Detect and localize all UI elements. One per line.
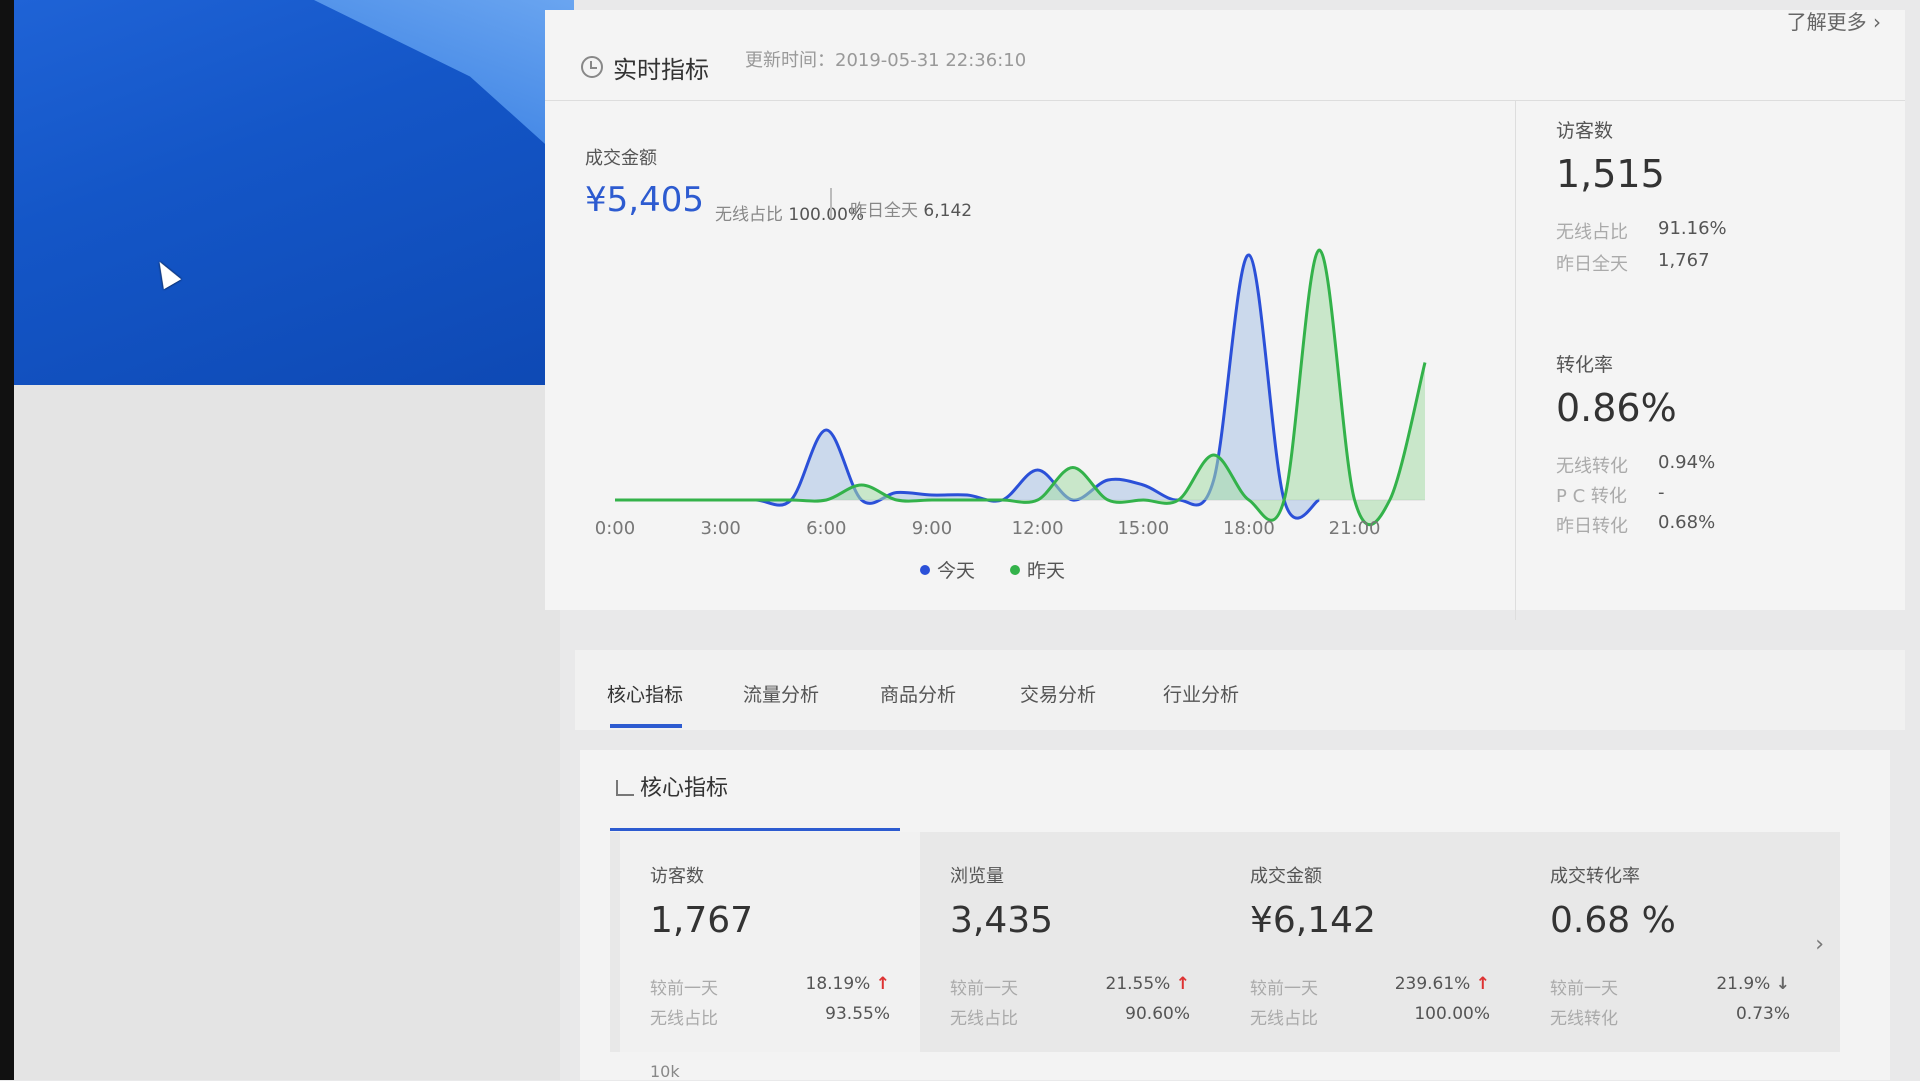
legend-label-0[interactable]: 今天 xyxy=(937,560,975,582)
conversion-yesterday-label: 昨日转化 xyxy=(1556,516,1628,537)
axis-tick-label: 10k xyxy=(650,1062,680,1081)
core-metrics-card: 核心指标 ‹ 访客数 1,767 较前一天 18.19% ↑ 无线占比 93.5… xyxy=(580,750,1890,1081)
kpi-value: 3,435 xyxy=(950,900,1054,941)
kpi-compare-value: 239.61% xyxy=(1394,974,1471,994)
conversion-value: 0.86% xyxy=(1556,386,1677,430)
revenue-amount: ¥5,405 xyxy=(585,180,704,220)
kpi-label: 浏览量 xyxy=(950,866,1004,887)
x-tick-label: 6:00 xyxy=(806,518,846,539)
kpi-card-visitors[interactable]: 访客数 1,767 较前一天 18.19% ↑ 无线占比 93.55% xyxy=(620,832,920,1052)
kpi-value: 1,767 xyxy=(650,900,754,941)
conversion-pc-value: - xyxy=(1658,482,1665,503)
kpi-label: 访客数 xyxy=(650,866,704,887)
kpi-sub-value: 0.73% xyxy=(1735,1004,1790,1024)
visitors-yesterday-label: 昨日全天 xyxy=(1556,254,1628,275)
kpi-compare: 21.9% ↓ xyxy=(1716,974,1790,994)
kpi-compare-value: 18.19% xyxy=(805,974,871,994)
revenue-yesterday-value: 6,142 xyxy=(923,201,973,221)
bar-chart-icon xyxy=(616,780,634,796)
analysis-tabs: 核心指标 流量分析 商品分析 交易分析 行业分析 xyxy=(575,650,1905,730)
x-tick-label: 15:00 xyxy=(1117,518,1169,539)
arrow-up-icon: ↑ xyxy=(875,974,890,994)
kpi-compare: 21.55% ↑ xyxy=(1106,974,1190,994)
kpi-sub-label: 无线占比 xyxy=(950,1009,1018,1029)
kpi-compare-label: 较前一天 xyxy=(1550,979,1618,999)
kpi-compare: 239.61% ↑ xyxy=(1395,974,1490,994)
revenue-wireless-label: 无线占比 xyxy=(715,205,783,225)
x-tick-label: 21:00 xyxy=(1329,518,1381,539)
core-metrics-title: 核心指标 xyxy=(640,776,729,801)
conversion-wireless-value: 0.94% xyxy=(1658,452,1716,473)
kpi-compare-value: 21.9% xyxy=(1716,974,1771,994)
x-tick-label: 0:00 xyxy=(595,518,635,539)
revenue-yesterday-label: 昨日全天 xyxy=(850,201,918,221)
kpi-label: 成交金额 xyxy=(1250,866,1322,887)
arrow-down-icon: ↓ xyxy=(1775,974,1790,994)
arrow-up-icon: ↑ xyxy=(1475,974,1490,994)
tab-industry-analysis[interactable]: 行业分析 xyxy=(1163,680,1239,707)
kpi-card-pageviews[interactable]: 浏览量 3,435 较前一天 21.55% ↑ 无线占比 90.60% xyxy=(920,832,1220,1052)
chevron-right-icon[interactable]: › xyxy=(1815,932,1824,957)
legend-label-1[interactable]: 昨天 xyxy=(1027,560,1065,582)
kpi-sub-label: 无线占比 xyxy=(650,1009,718,1029)
visitors-value: 1,515 xyxy=(1556,152,1665,196)
legend-dot-1 xyxy=(1010,565,1020,575)
divider xyxy=(830,188,832,218)
revenue-yesterday: 昨日全天 6,142 xyxy=(850,196,972,221)
kpi-compare: 18.19% ↑ xyxy=(806,974,890,994)
revenue-wireless: 无线占比 100.00% xyxy=(715,200,864,225)
core-metrics-underline xyxy=(610,828,900,831)
kpi-sub-label: 无线占比 xyxy=(1250,1009,1318,1029)
kpi-sub-value: 100.00% xyxy=(1414,1004,1490,1024)
conversion-label: 转化率 xyxy=(1556,354,1614,376)
kpi-value: 0.68 % xyxy=(1550,900,1676,941)
tab-traffic-analysis[interactable]: 流量分析 xyxy=(743,680,819,707)
conversion-wireless-label: 无线转化 xyxy=(1556,456,1628,477)
x-tick-label: 12:00 xyxy=(1012,518,1064,539)
revenue-label: 成交金额 xyxy=(585,148,657,169)
desktop-wallpaper xyxy=(14,0,574,385)
monitor-bezel xyxy=(0,0,14,1080)
legend-dot-0 xyxy=(920,565,930,575)
tab-product-analysis[interactable]: 商品分析 xyxy=(880,680,956,707)
revenue-chart-section: 成交金额 ¥5,405 无线占比 100.00% 昨日全天 6,142 0:00… xyxy=(565,100,1485,620)
realtime-panel: 实时指标 更新时间：2019-05-31 22:36:10 了解更多 › 成交金… xyxy=(545,10,1905,620)
panel-header: 实时指标 更新时间：2019-05-31 22:36:10 了解更多 › xyxy=(545,10,1905,101)
tab-trade-analysis[interactable]: 交易分析 xyxy=(1020,680,1096,707)
visitors-label: 访客数 xyxy=(1556,120,1614,142)
kpi-carousel: ‹ 访客数 1,767 较前一天 18.19% ↑ 无线占比 93.55% 浏览… xyxy=(610,832,1840,1052)
kpi-compare-label: 较前一天 xyxy=(1250,979,1318,999)
kpi-sub-value: 90.60% xyxy=(1125,1004,1190,1024)
kpi-compare-label: 较前一天 xyxy=(950,979,1018,999)
kpi-sub-value: 93.55% xyxy=(825,1004,890,1024)
side-metrics: 访客数 1,515 无线占比 91.16% 昨日全天 1,767 转化率 0.8… xyxy=(1515,100,1886,620)
realtime-line-chart: 0:00 3:00 6:00 9:00 12:00 15:00 18:00 21:00 今天 昨天 xyxy=(595,248,1427,582)
wallpaper-highlight xyxy=(314,0,574,170)
panel-title: 实时指标 xyxy=(613,56,709,84)
update-time: 更新时间：2019-05-31 22:36:10 xyxy=(745,50,1027,71)
kpi-label: 成交转化率 xyxy=(1550,866,1640,887)
kpi-card-conversion[interactable]: 成交转化率 0.68 % 较前一天 21.9% ↓ 无线转化 0.73% xyxy=(1520,832,1820,1052)
arrow-up-icon: ↑ xyxy=(1175,974,1190,994)
kpi-card-revenue[interactable]: 成交金额 ¥6,142 较前一天 239.61% ↑ 无线占比 100.00% xyxy=(1220,832,1520,1052)
kpi-compare-value: 21.55% xyxy=(1105,974,1171,994)
x-tick-label: 3:00 xyxy=(700,518,740,539)
x-tick-label: 9:00 xyxy=(912,518,952,539)
conversion-pc-label: P C 转化 xyxy=(1556,486,1627,507)
tab-core-metrics[interactable]: 核心指标 xyxy=(607,680,683,707)
kpi-compare-label: 较前一天 xyxy=(650,979,718,999)
conversion-yesterday-value: 0.68% xyxy=(1658,512,1716,533)
clock-icon xyxy=(581,56,603,78)
active-tab-indicator xyxy=(610,724,682,728)
visitors-yesterday-value: 1,767 xyxy=(1658,250,1710,271)
background-area xyxy=(14,385,560,1080)
x-tick-label: 18:00 xyxy=(1223,518,1275,539)
learn-more-link[interactable]: 了解更多 › xyxy=(1787,6,1881,35)
kpi-value: ¥6,142 xyxy=(1250,900,1376,941)
visitors-wireless-label: 无线占比 xyxy=(1556,222,1628,243)
visitors-wireless-value: 91.16% xyxy=(1658,218,1727,239)
kpi-sub-label: 无线转化 xyxy=(1550,1009,1618,1029)
